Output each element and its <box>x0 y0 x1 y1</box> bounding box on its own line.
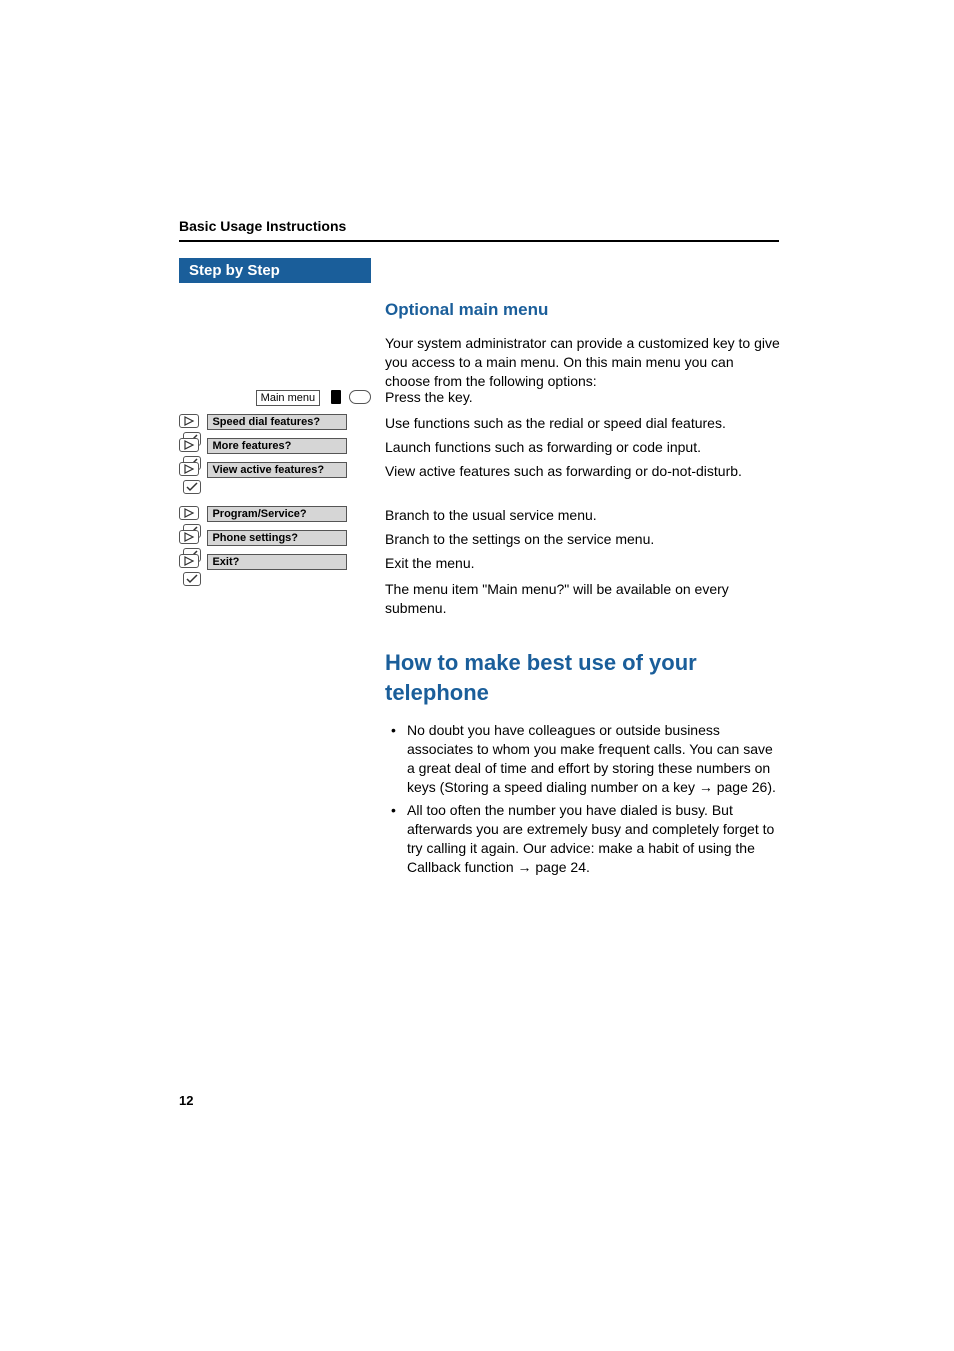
heading-best-use: How to make best use of your telephone <box>385 648 780 707</box>
check-icon <box>183 572 201 586</box>
step-phone-settings: Branch to the settings on the service me… <box>385 530 780 549</box>
step-by-step-title: Step by Step <box>179 258 371 283</box>
sidebar: Step by Step <box>179 258 371 283</box>
bullet-list: No doubt you have colleagues or outside … <box>385 721 780 876</box>
menu-item-label: More features? <box>207 438 347 454</box>
heading-optional-main-menu: Optional main menu <box>385 300 780 320</box>
intro-paragraph: Your system administrator can provide a … <box>385 334 780 391</box>
play-icon <box>179 462 199 476</box>
menu-row-view-active: View active features? <box>179 462 371 478</box>
play-icon <box>179 530 199 544</box>
menu-item-label: View active features? <box>207 462 347 478</box>
menu-row-phone-settings: Phone settings? <box>179 530 371 546</box>
play-icon <box>179 506 199 520</box>
step-speed-dial: Use functions such as the redial or spee… <box>385 414 780 433</box>
step-exit: Exit the menu. <box>385 554 780 573</box>
doc-section-title: Basic Usage Instructions <box>179 218 779 234</box>
menu-row-exit: Exit? <box>179 554 371 570</box>
menu-row-speed-dial: Speed dial features? <box>179 414 371 430</box>
key-icon <box>349 390 371 404</box>
content-column: Optional main menu Your system administr… <box>385 258 780 401</box>
step-press-key: Press the key. <box>385 388 780 407</box>
step-view-active: View active features such as forwarding … <box>385 462 780 481</box>
lamp-icon <box>331 390 341 404</box>
header: Basic Usage Instructions <box>179 218 779 242</box>
play-icon <box>179 554 199 568</box>
bullet-callback: All too often the number you have dialed… <box>385 801 780 877</box>
main-menu-label: Main menu <box>256 390 320 406</box>
main-menu-key-row: Main menu <box>179 388 371 406</box>
submenu-note: The menu item "Main menu?" will be avail… <box>385 580 780 618</box>
menu-item-label: Program/Service? <box>207 506 347 522</box>
page-number: 12 <box>179 1093 193 1108</box>
play-icon <box>179 438 199 452</box>
bullet-speed-dial: No doubt you have colleagues or outside … <box>385 721 780 797</box>
play-icon <box>179 414 199 428</box>
step-more-features: Launch functions such as forwarding or c… <box>385 438 780 457</box>
menu-item-label: Phone settings? <box>207 530 347 546</box>
menu-item-label: Speed dial features? <box>207 414 347 430</box>
menu-row-program-service: Program/Service? <box>179 506 371 522</box>
page: Basic Usage Instructions Step by Step Ma… <box>0 0 954 1351</box>
menu-row-more-features: More features? <box>179 438 371 454</box>
step-program-service: Branch to the usual service menu. <box>385 506 780 525</box>
menu-item-label: Exit? <box>207 554 347 570</box>
check-icon <box>183 480 201 494</box>
header-rule <box>179 240 779 242</box>
section-best-use: How to make best use of your telephone N… <box>385 620 780 881</box>
